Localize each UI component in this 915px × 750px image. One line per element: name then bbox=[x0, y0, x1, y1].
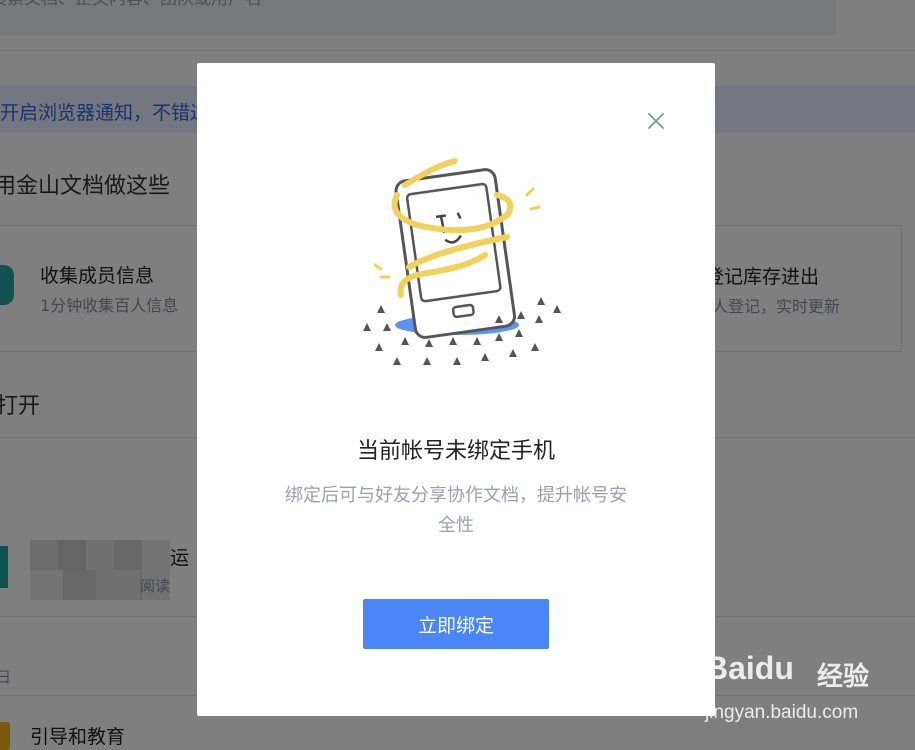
phone-illustration-icon bbox=[363, 158, 561, 365]
watermark-url: jingyan.baidu.com bbox=[705, 702, 859, 723]
dialog-description: 绑定后可与好友分享协作文档，提升帐号安全性 bbox=[285, 485, 627, 536]
baidu-watermark: Baidu 经验 jingyan.baidu.com bbox=[705, 650, 915, 730]
close-icon bbox=[648, 113, 664, 129]
watermark-logo: Baidu bbox=[705, 650, 794, 686]
close-button[interactable] bbox=[643, 108, 669, 134]
watermark-brand: 经验 bbox=[817, 662, 870, 692]
dialog-title: 当前帐号未绑定手机 bbox=[356, 439, 555, 464]
bind-now-button[interactable]: 立即绑定 bbox=[363, 599, 549, 649]
bind-phone-dialog: 当前帐号未绑定手机 绑定后可与好友分享协作文档，提升帐号安全性 立即绑定 bbox=[197, 63, 715, 716]
